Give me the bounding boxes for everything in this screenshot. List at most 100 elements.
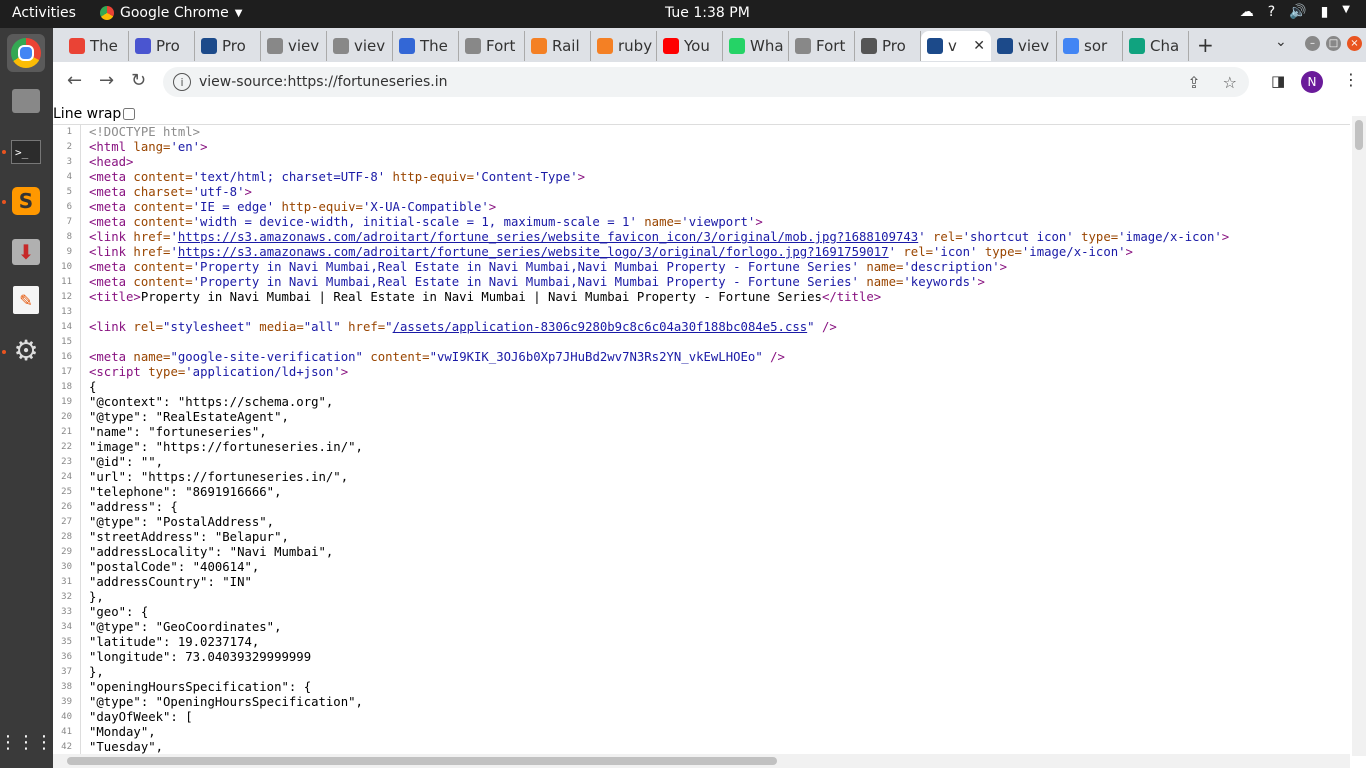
system-top-bar: Activities Google Chrome ▼ Tue 1:38 PM ☁… — [0, 0, 1366, 28]
source-token: lang= — [133, 140, 171, 154]
browser-tab[interactable]: Wha — [723, 31, 789, 61]
line-code: <meta content='IE = edge' http-equiv='X-… — [81, 200, 496, 215]
browser-tab[interactable]: sor — [1057, 31, 1123, 61]
settings-dock-icon[interactable]: ⚙ — [7, 331, 45, 369]
tab-title: You — [684, 37, 710, 55]
vertical-scrollbar[interactable] — [1352, 116, 1366, 756]
terminal-dock-icon[interactable]: >_ — [7, 133, 45, 171]
source-token: "address": { — [89, 500, 178, 514]
line-number: 20 — [53, 410, 81, 425]
browser-tab[interactable]: viev — [991, 31, 1057, 61]
address-bar[interactable]: i view-source:https://fortuneseries.in ⇪… — [163, 67, 1249, 97]
browser-tab[interactable]: Fort — [459, 31, 525, 61]
scrollbar-thumb[interactable] — [67, 757, 777, 765]
line-wrap-checkbox[interactable] — [123, 108, 136, 120]
browser-tab[interactable]: Rail — [525, 31, 591, 61]
browser-tab[interactable]: Fort — [789, 31, 855, 61]
source-token: 'image/x-icon' — [1118, 230, 1222, 244]
chevron-down-icon: ▼ — [234, 7, 243, 19]
forward-button[interactable]: → — [99, 70, 114, 91]
line-number: 33 — [53, 605, 81, 620]
bookmark-star-icon[interactable]: ☆ — [1223, 73, 1237, 92]
source-token: "streetAddress": "Belapur", — [89, 530, 289, 544]
line-code: }, — [81, 665, 104, 680]
source-token: 'width = device-width, initial-scale = 1… — [192, 215, 645, 229]
source-token: content= — [133, 170, 193, 184]
browser-tab[interactable]: v ✕ — [921, 31, 991, 61]
source-link[interactable]: /assets/application-8306c9280b9c8c6c04a3… — [393, 320, 808, 334]
browser-tab[interactable]: Pro — [195, 31, 261, 61]
installer-dock-icon[interactable]: ⬇ — [7, 233, 45, 271]
line-code: "openingHoursSpecification": { — [81, 680, 311, 695]
address-bar-url[interactable]: view-source:https://fortuneseries.in — [199, 74, 447, 90]
scrollbar-thumb[interactable] — [1355, 120, 1363, 150]
line-number: 28 — [53, 530, 81, 545]
browser-tab[interactable]: Cha — [1123, 31, 1189, 61]
browser-tab[interactable]: ruby — [591, 31, 657, 61]
source-link[interactable]: https://s3.amazonaws.com/adroitart/fortu… — [178, 230, 918, 244]
line-number: 10 — [53, 260, 81, 275]
source-token: type= — [1081, 230, 1119, 244]
app-menu[interactable]: Google Chrome ▼ — [100, 5, 242, 21]
side-panel-icon[interactable]: ◨ — [1271, 72, 1285, 90]
system-tray[interactable]: ☁ ? 🔊 ▮ ▼ — [1240, 4, 1350, 20]
browser-tab[interactable]: Pro — [129, 31, 195, 61]
source-token: <title> — [89, 290, 141, 304]
back-button[interactable]: ← — [67, 70, 82, 91]
site-info-icon[interactable]: i — [173, 73, 191, 91]
browser-tab[interactable]: viev — [261, 31, 327, 61]
line-code: "geo": { — [81, 605, 148, 620]
line-code: "@id": "", — [81, 455, 163, 470]
chrome-dock-icon[interactable] — [7, 34, 45, 72]
text-editor-dock-icon[interactable]: ✎ — [7, 281, 45, 319]
browser-tab[interactable]: The — [63, 31, 129, 61]
stackoverflow-icon — [531, 38, 547, 54]
source-line: 3 <head> — [53, 155, 1350, 170]
show-apps-icon[interactable]: ⋮⋮⋮ — [0, 723, 53, 761]
minimize-button[interactable]: – — [1305, 36, 1320, 51]
clock[interactable]: Tue 1:38 PM — [665, 5, 750, 21]
browser-tab[interactable]: You — [657, 31, 723, 61]
activities-button[interactable]: Activities — [12, 5, 76, 21]
source-link[interactable]: https://s3.amazonaws.com/adroitart/fortu… — [178, 245, 889, 259]
chevron-down-icon[interactable]: ▼ — [1342, 4, 1350, 20]
close-window-button[interactable]: × — [1347, 36, 1362, 51]
browser-tab[interactable]: viev — [327, 31, 393, 61]
maximize-button[interactable]: □ — [1326, 36, 1341, 51]
reload-button[interactable]: ↻ — [131, 70, 146, 91]
browser-tab[interactable]: The — [393, 31, 459, 61]
source-token: "@type": "GeoCoordinates", — [89, 620, 282, 634]
line-number: 31 — [53, 575, 81, 590]
new-tab-button[interactable]: + — [1197, 33, 1214, 57]
tab-search-button[interactable]: ⌄ — [1275, 34, 1287, 50]
battery-icon[interactable]: ▮ — [1321, 4, 1329, 20]
source-token: <!DOCTYPE html> — [89, 125, 201, 139]
source-line: 12 <title>Property in Navi Mumbai | Real … — [53, 290, 1350, 305]
help-icon[interactable]: ? — [1268, 4, 1275, 20]
source-line: 8 <link href='https://s3.amazonaws.com/ad… — [53, 230, 1350, 245]
source-line: 29 "addressLocality": "Navi Mumbai", — [53, 545, 1350, 560]
sublime-dock-icon[interactable]: S — [7, 182, 45, 220]
source-token: media= — [259, 320, 304, 334]
kebab-menu-icon[interactable]: ⋮ — [1343, 70, 1359, 89]
source-line: 38 "openingHoursSpecification": { — [53, 680, 1350, 695]
source-token: <html — [89, 140, 134, 154]
horizontal-scrollbar[interactable] — [53, 754, 1350, 768]
browser-tab[interactable]: Pro — [855, 31, 921, 61]
share-icon[interactable]: ⇪ — [1187, 73, 1200, 92]
source-token: "google-site-verification" — [170, 350, 371, 364]
line-number: 5 — [53, 185, 81, 200]
tab-title: viev — [354, 37, 386, 55]
close-tab-icon[interactable]: ✕ — [973, 38, 985, 54]
source-line: 35 "latitude": 19.0237174, — [53, 635, 1350, 650]
cloud-icon[interactable]: ☁ — [1240, 4, 1254, 20]
source-token: name= — [866, 275, 904, 289]
files-dock-icon[interactable] — [7, 82, 45, 120]
source-line: 19 "@context": "https://schema.org", — [53, 395, 1350, 410]
line-code: "address": { — [81, 500, 178, 515]
source-token: "@type": "RealEstateAgent", — [89, 410, 289, 424]
line-number: 13 — [53, 305, 81, 320]
profile-avatar[interactable]: N — [1301, 71, 1323, 93]
volume-icon[interactable]: 🔊 — [1289, 4, 1306, 20]
source-line: 31 "addressCountry": "IN" — [53, 575, 1350, 590]
